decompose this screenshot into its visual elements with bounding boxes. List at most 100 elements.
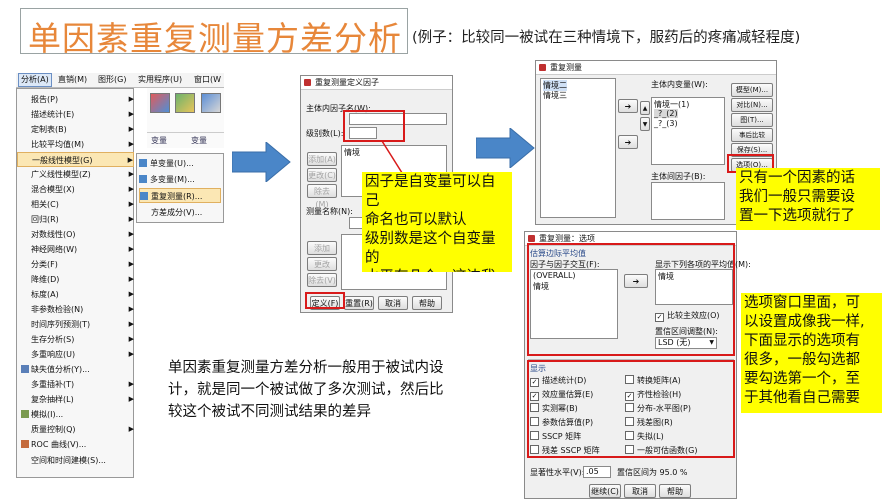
submenu-arrow-icon: ▶ bbox=[128, 335, 134, 343]
move-within-button[interactable]: ➔ bbox=[618, 99, 638, 113]
continue-button[interactable]: 继续(C) bbox=[589, 484, 621, 498]
menu-item-label: 混合模型(X) bbox=[31, 185, 75, 194]
menu-item-spatial[interactable]: 空间和时间建模(S)... bbox=[17, 453, 134, 468]
highlight-emm-section bbox=[527, 243, 735, 356]
menu-item-compare-means[interactable]: 比较平均值(M) ▶ bbox=[17, 137, 134, 152]
menu-item-roc[interactable]: ROC 曲线(V)... bbox=[17, 437, 134, 452]
highlight-display-section bbox=[527, 360, 735, 458]
change-button[interactable]: 更改(C) bbox=[307, 168, 337, 182]
menubar-graphs[interactable]: 图形(G) bbox=[98, 73, 126, 87]
change-measure-button[interactable]: 更改(H) bbox=[307, 257, 337, 282]
menubar-utilities[interactable]: 实用程序(U) bbox=[138, 73, 182, 87]
menu-item-label: 降维(D) bbox=[31, 275, 60, 284]
menu-item-quality[interactable]: 质量控制(Q) ▶ bbox=[17, 422, 134, 437]
simulation-icon bbox=[21, 410, 29, 418]
univariate-icon bbox=[139, 159, 147, 167]
menu-item-regression[interactable]: 回归(R) ▶ bbox=[17, 212, 134, 227]
contrasts-button[interactable]: 对比(N)... bbox=[731, 98, 773, 112]
submenu-variance-components[interactable]: 方差成分(V)... bbox=[151, 205, 221, 220]
menu-item-nonparametric[interactable]: 非参数检验(N) ▶ bbox=[17, 302, 134, 317]
toolbar-icon-2[interactable] bbox=[175, 93, 195, 113]
menu-item-forecasting[interactable]: 时间序列预测(T) ▶ bbox=[17, 317, 134, 332]
submenu-repeated-measures[interactable]: 重复测量(R)... bbox=[139, 188, 221, 203]
menu-item-label: 定制表(B) bbox=[31, 125, 67, 134]
menu-item-descriptive[interactable]: 描述统计(E) ▶ bbox=[17, 107, 134, 122]
move-between-button[interactable]: ➔ bbox=[618, 135, 638, 149]
menu-item-simulation[interactable]: 模拟(I)... bbox=[17, 407, 134, 422]
help-button[interactable]: 帮助 bbox=[412, 296, 442, 310]
menu-item-neural[interactable]: 神经网络(W) ▶ bbox=[17, 242, 134, 257]
add-measure-button[interactable]: 添加(D) bbox=[307, 241, 337, 266]
menubar-direct[interactable]: 直销(M) bbox=[58, 73, 87, 87]
menu-item-label: 时间序列预测(T) bbox=[31, 320, 91, 329]
arrow-right-icon bbox=[476, 128, 535, 168]
source-variable-list[interactable]: 情境二 情境三 bbox=[540, 78, 616, 218]
submenu-multivariate[interactable]: 多变量(M)... bbox=[139, 172, 221, 187]
levels-label: 级别数(L): bbox=[306, 129, 344, 138]
cancel-button[interactable]: 取消 bbox=[378, 296, 408, 310]
move-up-button[interactable]: ▲ bbox=[640, 101, 650, 115]
menu-item-label: 分类(F) bbox=[31, 260, 58, 269]
help-options-button[interactable]: 帮助 bbox=[659, 484, 691, 498]
sig-level-input[interactable]: .05 bbox=[583, 466, 611, 478]
menu-item-dimension[interactable]: 降维(D) ▶ bbox=[17, 272, 134, 287]
submenu-univariate[interactable]: 单变量(U)... bbox=[139, 156, 221, 171]
menu-item-scale[interactable]: 标度(A) ▶ bbox=[17, 287, 134, 302]
menu-item-reports[interactable]: 报告(P) ▶ bbox=[17, 92, 134, 107]
within-item[interactable]: _?_(3) bbox=[654, 119, 678, 128]
menubar: 分析(A) 直销(M) 图形(G) 实用程序(U) 窗口(W bbox=[16, 73, 224, 88]
source-item[interactable]: 情境三 bbox=[543, 90, 567, 101]
menu-item-missing[interactable]: 缺失值分析(Y)... bbox=[17, 362, 134, 377]
submenu-arrow-icon: ▶ bbox=[128, 290, 134, 298]
within-variable-list[interactable]: 情境一(1) _?_(2) _?_(3) bbox=[651, 97, 725, 165]
options-window-note: 选项窗口里面，可 以设置成像我一样, 下面显示的选项有 很多，一般勾选都 要勾选… bbox=[741, 293, 882, 413]
plots-button[interactable]: 图(T)... bbox=[731, 113, 773, 127]
menu-item-label: 广义线性模型(Z) bbox=[31, 170, 91, 179]
menubar-analyze[interactable]: 分析(A) bbox=[18, 73, 52, 87]
model-button[interactable]: 模型(M)... bbox=[731, 83, 773, 97]
explanation-line: 计，就是同一个被试做了多次测试，然后比 bbox=[168, 382, 444, 398]
menu-item-multiple-response[interactable]: 多重响应(U) ▶ bbox=[17, 347, 134, 362]
factor-list-item[interactable]: 情境 bbox=[344, 147, 360, 158]
menu-item-label: ROC 曲线(V)... bbox=[31, 440, 87, 449]
remove-measure-button[interactable]: 除去(V) bbox=[307, 273, 337, 287]
menu-item-label: 一般线性模型(G) bbox=[32, 156, 93, 165]
remove-button[interactable]: 除去(M) bbox=[307, 184, 337, 209]
highlight-define-button bbox=[305, 292, 345, 309]
menu-item-mixed[interactable]: 混合模型(X) ▶ bbox=[17, 182, 134, 197]
menu-item-multiple-imputation[interactable]: 多重插补(T) ▶ bbox=[17, 377, 134, 392]
menu-item-genlin[interactable]: 广义线性模型(Z) ▶ bbox=[17, 167, 134, 182]
add-button[interactable]: 添加(A) bbox=[307, 152, 337, 166]
menu-item-label: 回归(R) bbox=[31, 215, 59, 224]
submenu-arrow-icon: ▶ bbox=[128, 350, 134, 358]
within-item[interactable]: _?_(2) bbox=[654, 109, 678, 118]
arrow-right-icon bbox=[232, 142, 291, 182]
move-down-button[interactable]: ▼ bbox=[640, 117, 650, 131]
grid-header-1: 变量 bbox=[151, 136, 167, 145]
toolbar-icon-3[interactable] bbox=[201, 93, 221, 113]
menu-item-complex-samples[interactable]: 复杂抽样(L) ▶ bbox=[17, 392, 134, 407]
menu-item-label: 多重插补(T) bbox=[31, 380, 75, 389]
menu-item-custom-tables[interactable]: 定制表(B) ▶ bbox=[17, 122, 134, 137]
between-list[interactable] bbox=[651, 182, 725, 220]
reset-button[interactable]: 重置(R) bbox=[344, 296, 374, 310]
dialog-titlebar: 重复测量定义因子 bbox=[301, 76, 452, 90]
toolbar-icon-1[interactable] bbox=[150, 93, 170, 113]
analyze-menu-list: 报告(P) ▶ 描述统计(E) ▶ 定制表(B) ▶ 比较平均值(M) ▶ 一般线性模型… bbox=[16, 88, 134, 478]
menu-item-glm[interactable]: 一般线性模型(G) ▶ bbox=[17, 152, 134, 167]
submenu-arrow-icon: ▶ bbox=[128, 245, 134, 253]
grid-header-2: 变量 bbox=[191, 136, 207, 145]
menu-item-correlate[interactable]: 相关(C) ▶ bbox=[17, 197, 134, 212]
menu-item-survival[interactable]: 生存分析(S) ▶ bbox=[17, 332, 134, 347]
menu-item-label: 复杂抽样(L) bbox=[31, 395, 74, 404]
post-hoc-button[interactable]: 事后比较(H)... bbox=[731, 128, 773, 152]
menu-item-label: 标度(A) bbox=[31, 290, 59, 299]
cancel-options-button[interactable]: 取消 bbox=[624, 484, 656, 498]
menubar-window[interactable]: 窗口(W bbox=[194, 73, 221, 87]
menu-item-label: 缺失值分析(Y)... bbox=[31, 365, 90, 374]
menu-item-classify[interactable]: 分类(F) ▶ bbox=[17, 257, 134, 272]
menu-item-label: 描述统计(E) bbox=[31, 110, 75, 119]
menu-item-loglinear[interactable]: 对数线性(O) ▶ bbox=[17, 227, 134, 242]
menu-item-label: 报告(P) bbox=[31, 95, 59, 104]
options-note: 只有一个因素的话 我们一般只需要设 置一下选项就行了 bbox=[736, 168, 880, 230]
